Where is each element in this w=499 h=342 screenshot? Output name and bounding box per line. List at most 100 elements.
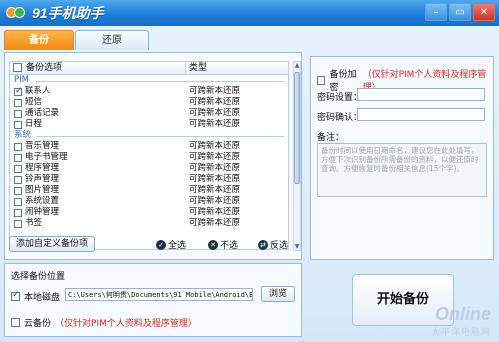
column-header-option: 备份选项 (26, 63, 63, 73)
list-header: 备份选项 类型 (9, 61, 289, 75)
item-checkbox[interactable] (14, 197, 22, 206)
item-label: 图片管理 (25, 185, 60, 195)
item-label: 短信 (25, 97, 43, 107)
backup-options-panel: 备份选项 类型 PIM联系人可跨新本还原短信可跨新本还原通话记录可跨新本还原日程… (4, 52, 302, 260)
select-none-label: 不选 (220, 241, 239, 251)
item-label: 音乐管理 (25, 141, 60, 151)
invert-selection-action[interactable]: ⇄ 反选 (258, 238, 288, 251)
list-item[interactable]: 电子书管理 可跨新本还原 (10, 152, 288, 163)
list-actions-bar: 添加自定义备份项 ✓ 全选 ✕ 不选 ⇄ 反选 (4, 234, 302, 254)
item-type: 可跨新本还原 (189, 174, 241, 184)
select-all-label: 全选 (168, 241, 187, 251)
deselect-icon: ✕ (208, 239, 218, 250)
item-type: 可跨新本还原 (189, 218, 241, 228)
select-all-checkbox[interactable] (13, 63, 22, 72)
column-header-type: 类型 (189, 63, 208, 73)
list-item[interactable]: 音乐管理 可跨新本还原 (10, 141, 288, 152)
tab-restore[interactable]: 还原 (75, 30, 149, 50)
item-checkbox[interactable] (14, 142, 22, 151)
item-label: 书签 (25, 218, 43, 228)
item-label: 闹钟管理 (25, 207, 60, 217)
item-type: 可跨新本还原 (189, 152, 241, 162)
select-none-action[interactable]: ✕ 不选 (208, 238, 238, 251)
backup-options-list: PIM联系人可跨新本还原短信可跨新本还原通话记录可跨新本还原日程可跨新本还原系统… (9, 75, 289, 250)
encryption-panel: 备份加密 （仅针对PIM个人资料及程序管理） 密码设置： 密码确认： 备注： 备… (310, 56, 494, 260)
item-label: 程序管理 (25, 163, 60, 173)
item-label: 系统设置 (25, 196, 60, 206)
cloud-backup-row: 云备份 （仅针对PIM个人资料及程序管理） (11, 316, 197, 329)
remark-textarea[interactable]: 备份时间以使用日期命名，建议您在此处填写，方便下次识别备份所需备份的资料，以便还… (317, 143, 487, 197)
list-item[interactable]: 书签 可跨新本还原 (10, 218, 288, 229)
watermark-line2: 太平洋电脑网 (430, 328, 491, 338)
tab-backup[interactable]: 备份 (4, 30, 74, 50)
list-item[interactable]: 联系人 可跨新本还原 (10, 86, 288, 97)
invert-icon: ⇄ (258, 239, 268, 250)
local-disk-checkbox[interactable] (11, 290, 20, 301)
list-item[interactable]: 闹钟管理 可跨新本还原 (10, 207, 288, 218)
item-checkbox[interactable] (14, 109, 22, 118)
cloud-backup-note: （仅针对PIM个人资料及程序管理） (55, 319, 197, 329)
group-title: PIM (10, 75, 288, 86)
item-checkbox[interactable] (14, 120, 22, 129)
watermark-line1: Online (434, 304, 491, 324)
item-type: 可跨新本还原 (189, 119, 241, 129)
list-item[interactable]: 日程 可跨新本还原 (10, 119, 288, 130)
list-item[interactable]: 短信 可跨新本还原 (10, 97, 288, 108)
app-window: 91手机助手 – ▭ ✕ 备份 还原 备份选项 类型 PIM联系人可跨新本还原短… (0, 0, 499, 342)
item-checkbox[interactable] (14, 208, 22, 217)
app-logo-icon (6, 5, 28, 21)
scroll-up-icon[interactable]: ▲ (294, 62, 300, 69)
app-title: 91手机助手 (32, 5, 104, 21)
item-type: 可跨新本还原 (189, 97, 241, 107)
backup-path-field[interactable]: C:\Users\何明贵\Documents\91 Mobile\Android… (65, 288, 253, 301)
list-item[interactable]: 铃声管理 可跨新本还原 (10, 174, 288, 185)
confirm-password-label: 密码确认： (317, 113, 363, 123)
item-type: 可跨新本还原 (189, 185, 241, 195)
item-checkbox[interactable] (14, 98, 22, 107)
password-label: 密码设置： (317, 93, 363, 103)
scrollbar-thumb[interactable] (294, 72, 300, 184)
cloud-backup-checkbox[interactable] (11, 318, 20, 327)
item-type: 可跨新本还原 (189, 196, 241, 206)
encrypt-checkbox[interactable] (317, 75, 326, 85)
item-checkbox[interactable] (14, 86, 23, 97)
site-watermark: Online 太平洋电脑网 (431, 304, 491, 338)
local-disk-label: 本地磁盘 (24, 293, 61, 303)
restore-icon[interactable]: ▭ (449, 3, 471, 21)
backup-location-title: 选择备份位置 (11, 272, 66, 282)
backup-location-panel: 选择备份位置 本地磁盘 C:\Users\何明贵\Documents\91 Mo… (4, 263, 302, 337)
group-title: 系统 (10, 130, 288, 141)
item-type: 可跨新本还原 (189, 207, 241, 217)
item-label: 铃声管理 (25, 174, 60, 184)
item-label: 通话记录 (25, 108, 60, 118)
add-custom-backup-button[interactable]: 添加自定义备份项 (9, 236, 95, 252)
minimize-icon[interactable]: – (425, 3, 447, 21)
list-item[interactable]: 通话记录 可跨新本还原 (10, 108, 288, 119)
item-checkbox[interactable] (14, 175, 22, 184)
list-item[interactable]: 系统设置 可跨新本还原 (10, 196, 288, 207)
browse-button[interactable]: 浏览 (261, 286, 295, 302)
check-all-icon: ✓ (156, 239, 166, 250)
item-checkbox[interactable] (14, 153, 22, 162)
list-scrollbar[interactable]: ▲ ▼ (293, 61, 301, 251)
select-all-action[interactable]: ✓ 全选 (156, 238, 186, 251)
title-bar: 91手机助手 – ▭ ✕ (0, 0, 499, 26)
item-label: 电子书管理 (25, 152, 68, 162)
item-type: 可跨新本还原 (189, 163, 241, 173)
close-icon[interactable]: ✕ (473, 3, 495, 21)
list-item[interactable]: 程序管理 可跨新本还原 (10, 163, 288, 174)
cloud-backup-label: 云备份 (24, 319, 52, 329)
item-label: 联系人 (25, 86, 51, 96)
password-field[interactable] (357, 88, 485, 101)
main-tabs: 备份 还原 (4, 30, 150, 50)
item-checkbox[interactable] (14, 164, 22, 173)
confirm-password-field[interactable] (357, 108, 485, 121)
list-item[interactable]: 图片管理 可跨新本还原 (10, 185, 288, 196)
item-label: 日程 (25, 119, 43, 129)
invert-label: 反选 (270, 241, 289, 251)
item-type: 可跨新本还原 (189, 108, 241, 118)
local-disk-row: 本地磁盘 (11, 290, 60, 303)
item-checkbox[interactable] (14, 219, 22, 228)
item-type: 可跨新本还原 (189, 141, 241, 151)
item-checkbox[interactable] (14, 186, 22, 195)
